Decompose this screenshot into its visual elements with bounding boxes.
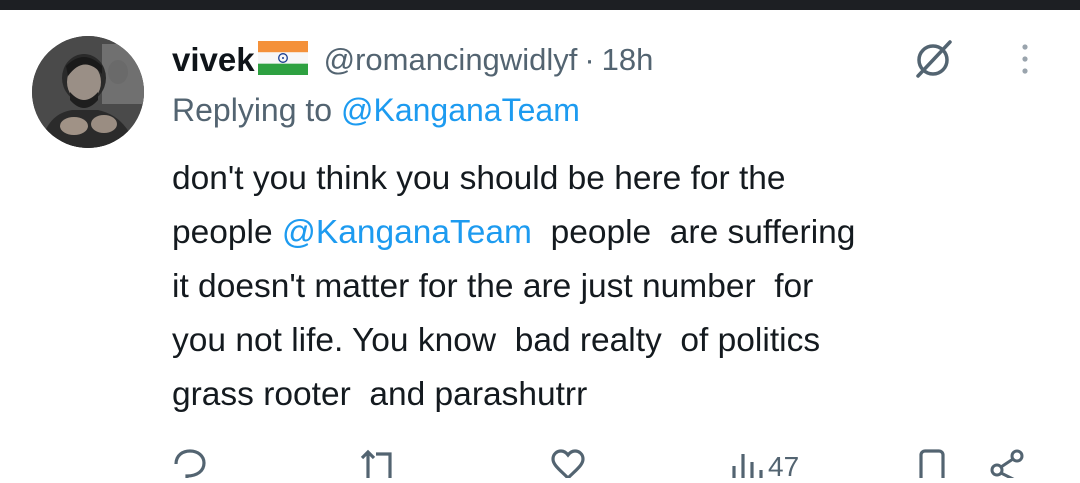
action-bar: 47 [0,440,1080,482]
top-bar [0,0,1080,10]
timestamp[interactable]: 18h [602,42,654,78]
display-name[interactable]: vivek [172,41,255,79]
like-icon [550,448,586,478]
views-button[interactable]: 47 [730,448,799,483]
share-button[interactable] [988,448,1028,478]
grok-icon[interactable] [910,34,958,82]
text-segment: don't you think you should be here for t… [172,160,786,197]
tweet-text-line: grass rooter and parashutrr [172,368,855,422]
tweet-header: vivek @romancingwidlyf · 18h [172,40,653,80]
mention-link[interactable]: @KanganaTeam [282,214,532,251]
avatar[interactable] [32,36,144,148]
replying-to-mention[interactable]: @KanganaTeam [341,92,580,128]
text-segment: people are suffering [531,214,856,251]
text-segment: it doesn't matter for the are just numbe… [172,268,814,305]
retweet-icon [358,448,402,478]
views-icon [730,448,764,478]
views-count: 47 [768,451,800,482]
text-segment: you not life. You know bad realty of pol… [172,322,821,359]
reply-button[interactable] [172,448,208,478]
india-flag-icon [257,40,308,80]
tweet-text-line: don't you think you should be here for t… [172,152,855,206]
text-segment: people [172,214,282,251]
tweet-text-line: it doesn't matter for the are just numbe… [172,260,855,314]
share-icon [988,448,1028,478]
replying-to-line: Replying to @KanganaTeam [172,92,580,129]
user-handle[interactable]: @romancingwidlyf [324,42,578,78]
bookmark-button[interactable] [916,448,948,478]
tweet-text-line: you not life. You know bad realty of pol… [172,314,855,368]
like-button[interactable] [550,448,586,478]
reply-icon [172,448,208,478]
text-segment: grass rooter and parashutrr [172,376,588,413]
replying-to-label: Replying to [172,92,333,128]
tweet-text-line: people @KanganaTeam people are suffering [172,206,855,260]
more-options-icon[interactable] [1014,40,1036,84]
tweet-text: don't you think you should be here for t… [172,152,855,422]
separator-dot: · [584,42,595,77]
bookmark-icon [916,448,948,478]
retweet-button[interactable] [358,448,402,478]
